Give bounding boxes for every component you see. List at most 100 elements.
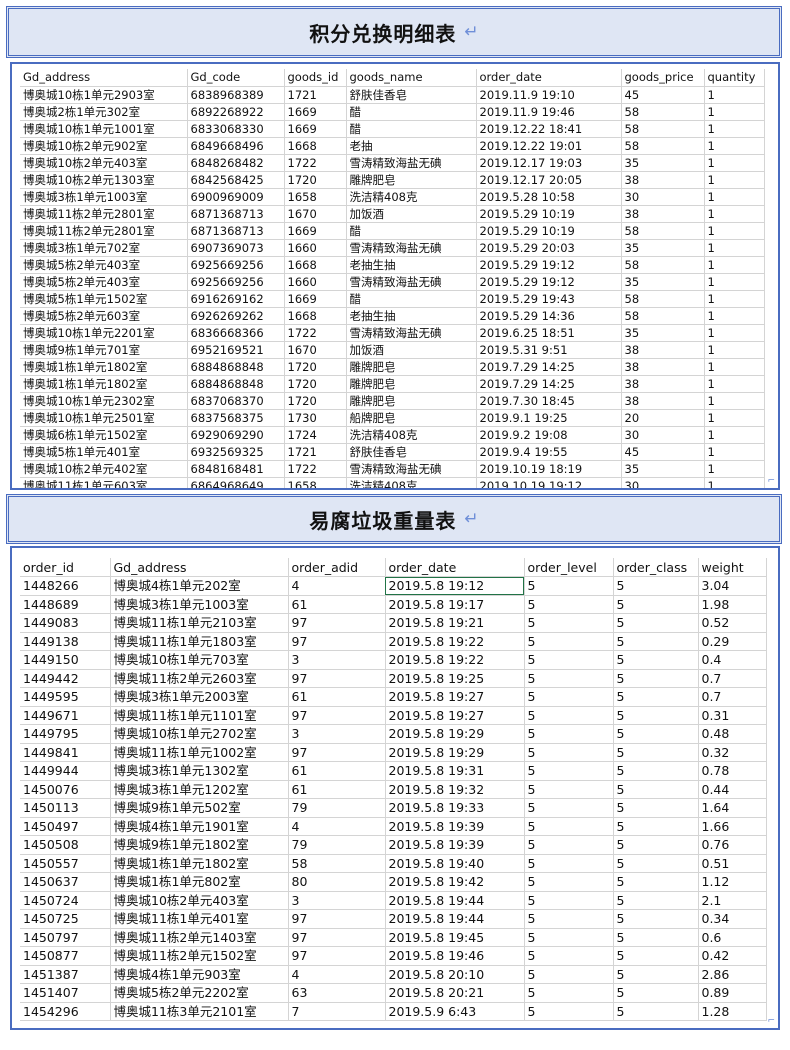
table-cell[interactable]: 5: [524, 576, 614, 596]
table-cell[interactable]: 2019.5.8 19:22: [385, 632, 525, 651]
table-cell[interactable]: 1451407: [20, 983, 111, 1003]
table-cell[interactable]: 2019.12.22 19:01: [476, 137, 622, 155]
table-cell[interactable]: 1449841: [20, 743, 111, 762]
table-cell[interactable]: 1: [704, 171, 765, 189]
table-cell[interactable]: 1450724: [20, 891, 111, 910]
table-cell[interactable]: 58: [621, 137, 705, 155]
table-cell[interactable]: 5: [524, 780, 614, 799]
table-cell[interactable]: 5: [524, 835, 614, 855]
table-cell[interactable]: 博奥城3栋1单元1202室: [110, 780, 289, 799]
table-cell[interactable]: 舒肤佳香皂: [346, 86, 477, 104]
table-cell[interactable]: 2019.7.29 14:25: [476, 358, 622, 376]
column-header[interactable]: weight: [698, 558, 767, 577]
table-cell[interactable]: 5: [613, 780, 699, 799]
table-cell[interactable]: 0.31: [698, 706, 767, 725]
table-cell[interactable]: 2019.5.8 19:32: [385, 780, 525, 799]
table-cell[interactable]: 2019.5.8 19:17: [385, 595, 525, 614]
table-cell[interactable]: 1450076: [20, 780, 111, 799]
table-cell[interactable]: 醋: [346, 103, 477, 121]
table-cell[interactable]: 1669: [284, 290, 347, 308]
column-header[interactable]: quantity: [704, 69, 765, 87]
table-cell[interactable]: 2019.5.29 10:19: [476, 205, 622, 223]
table-cell[interactable]: 0.76: [698, 835, 767, 855]
table-cell[interactable]: 2019.5.29 14:36: [476, 307, 622, 325]
table-cell[interactable]: 5: [613, 687, 699, 707]
table-cell[interactable]: 1660: [284, 273, 347, 291]
table-cell[interactable]: 6926269262: [187, 307, 285, 325]
table-cell[interactable]: 6849668496: [187, 137, 285, 155]
table-cell[interactable]: 2019.9.1 19:25: [476, 409, 622, 427]
table-cell[interactable]: 2019.5.8 19:27: [385, 706, 525, 725]
table-cell[interactable]: 1450797: [20, 928, 111, 947]
table-cell[interactable]: 1: [704, 273, 765, 291]
table-cell[interactable]: 5: [613, 706, 699, 725]
table-cell[interactable]: 0.42: [698, 946, 767, 966]
table-cell[interactable]: 2019.5.8 19:21: [385, 613, 525, 633]
table-cell[interactable]: 5: [613, 761, 699, 781]
table-cell[interactable]: 5: [613, 724, 699, 744]
table-cell[interactable]: 0.52: [698, 613, 767, 633]
table-cell[interactable]: 博奥城3栋1单元2003室: [110, 687, 289, 707]
column-header[interactable]: Gd_address: [20, 69, 188, 87]
table-cell[interactable]: 35: [621, 460, 705, 478]
table-cell[interactable]: 61: [288, 761, 386, 781]
table-cell[interactable]: 1450113: [20, 798, 111, 818]
table-cell[interactable]: 1: [704, 290, 765, 308]
table-cell[interactable]: 洗洁精408克: [346, 188, 477, 206]
table-cell[interactable]: 58: [288, 854, 386, 873]
table-cell[interactable]: 1658: [284, 188, 347, 206]
table-cell[interactable]: 老抽生抽: [346, 307, 477, 325]
table-cell[interactable]: 博奥城11栋2单元1403室: [110, 928, 289, 947]
table-cell[interactable]: 博奥城10栋2单元403室: [110, 891, 289, 910]
table-cell[interactable]: 洗洁精408克: [346, 426, 477, 444]
table-cell[interactable]: 0.44: [698, 780, 767, 799]
table-cell[interactable]: 6871368713: [187, 222, 285, 240]
table-cell[interactable]: 5: [524, 946, 614, 966]
column-header[interactable]: Gd_address: [110, 558, 289, 577]
table-cell[interactable]: 博奥城3栋1单元1302室: [110, 761, 289, 781]
table-cell[interactable]: 1: [704, 358, 765, 376]
table-cell[interactable]: 雪涛精致海盐无碘: [346, 460, 477, 478]
table-cell[interactable]: 0.34: [698, 909, 767, 929]
table-cell[interactable]: 1449083: [20, 613, 111, 633]
table-cell[interactable]: 1669: [284, 222, 347, 240]
table-cell[interactable]: 61: [288, 780, 386, 799]
table-cell[interactable]: 5: [613, 909, 699, 929]
table-cell[interactable]: 1660: [284, 239, 347, 257]
table-cell[interactable]: 1449795: [20, 724, 111, 744]
table-cell[interactable]: 1658: [284, 477, 347, 488]
table-cell[interactable]: 2019.12.22 18:41: [476, 120, 622, 138]
column-header[interactable]: order_date: [385, 558, 525, 577]
table-cell[interactable]: 5: [613, 854, 699, 873]
table-cell[interactable]: 6925669256: [187, 273, 285, 291]
table-cell[interactable]: 2019.5.8 19:45: [385, 928, 525, 947]
table-cell[interactable]: 雪涛精致海盐无碘: [346, 324, 477, 342]
table-cell[interactable]: 1670: [284, 341, 347, 359]
table-cell[interactable]: 博奥城10栋1单元1001室: [20, 120, 188, 138]
table-cell[interactable]: 5: [524, 613, 614, 633]
table-cell[interactable]: 6952169521: [187, 341, 285, 359]
table-cell[interactable]: 1720: [284, 375, 347, 393]
table-cell[interactable]: 97: [288, 632, 386, 651]
column-header[interactable]: order_id: [20, 558, 111, 577]
table-cell[interactable]: 97: [288, 743, 386, 762]
table-cell[interactable]: 博奥城11栋2单元2603室: [110, 669, 289, 688]
table-cell[interactable]: 5: [613, 965, 699, 984]
table-cell[interactable]: 1720: [284, 171, 347, 189]
table-cell[interactable]: 1449138: [20, 632, 111, 651]
table-cell[interactable]: 博奥城11栋1单元2103室: [110, 613, 289, 633]
table-cell[interactable]: 博奥城10栋2单元402室: [20, 460, 188, 478]
table-cell[interactable]: 38: [621, 375, 705, 393]
table-cell[interactable]: 1: [704, 137, 765, 155]
table-cell[interactable]: 5: [524, 965, 614, 984]
table-cell[interactable]: 3: [288, 891, 386, 910]
table-cell[interactable]: 博奥城10栋1单元2702室: [110, 724, 289, 744]
table-cell[interactable]: 35: [621, 239, 705, 257]
table-cell[interactable]: 1450637: [20, 872, 111, 892]
table-cell[interactable]: 1: [704, 460, 765, 478]
table-cell[interactable]: 2019.5.8 19:42: [385, 872, 525, 892]
table-cell[interactable]: 1: [704, 205, 765, 223]
table-cell[interactable]: 0.29: [698, 632, 767, 651]
table-cell[interactable]: 洗洁精408克: [346, 477, 477, 488]
table-cell[interactable]: 6884868848: [187, 358, 285, 376]
